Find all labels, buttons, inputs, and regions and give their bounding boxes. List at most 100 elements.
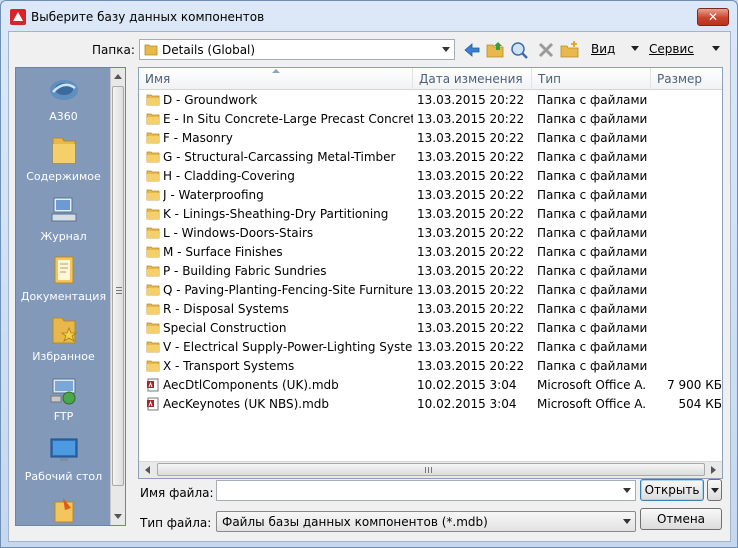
a360-icon [50,80,78,100]
open-options-dropdown[interactable] [707,479,722,501]
place-desktop[interactable]: Рабочий стол [16,432,111,490]
file-name-cell: X - Transport Systems [163,359,295,373]
scroll-up-icon[interactable] [114,74,122,79]
folder-icon [146,321,160,335]
place-label: Избранное [32,350,95,363]
scroll-left-icon[interactable] [145,466,150,474]
file-date-cell: 13.03.2015 20:22 [417,150,525,164]
new-folder-button[interactable] [559,39,581,61]
search-web-button[interactable] [509,39,531,61]
file-date-cell: 13.03.2015 20:22 [417,340,525,354]
place-label: Содержимое [26,170,101,183]
close-button[interactable]: ✕ [697,8,729,26]
table-row[interactable]: G - Structural-Carcassing Metal-Timber 13… [139,148,722,167]
cancel-button[interactable]: Отмена [640,508,722,530]
dialog-window: Выберите базу данных компонентов ✕ Папка… [0,0,738,548]
file-name-cell: J - Waterproofing [163,188,264,202]
file-name-cell: H - Cladding-Covering [163,169,295,183]
file-date-cell: 13.03.2015 20:22 [417,131,525,145]
table-row[interactable]: V - Electrical Supply-Power-Lighting Sys… [139,338,722,357]
autocad-logo-icon [10,9,26,25]
file-name-cell: G - Structural-Carcassing Metal-Timber [163,150,396,164]
new-folder-icon [560,41,579,58]
filetype-label: Тип файла: [140,516,212,530]
table-row[interactable]: P - Building Fabric Sundries 13.03.2015 2… [139,262,722,281]
up-folder-button[interactable] [485,39,507,61]
scroll-thumb[interactable] [112,86,124,486]
table-row[interactable]: M - Surface Finishes 13.03.2015 20:22 Папк… [139,243,722,262]
file-type-cell: Папка с файлами [537,188,647,202]
table-row[interactable]: AecKeynotes (UK NBS).mdb 10.02.2015 3:04 M… [139,395,722,414]
folder-icon [146,283,160,297]
title-bar: Выберите базу данных компонентов ✕ [1,1,737,31]
table-row[interactable]: K - Linings-Sheathing-Dry Partitioning 13… [139,205,722,224]
table-row[interactable]: L - Windows-Doors-Stairs 13.03.2015 20:22… [139,224,722,243]
place-history[interactable]: Журнал [16,192,111,250]
file-name-cell: AecDtlComponents (UK).mdb [163,378,339,392]
table-row[interactable]: D - Groundwork 13.03.2015 20:22 Папка с фа… [139,91,722,110]
folder-icon [146,169,160,183]
folder-icon [144,43,158,59]
filetype-select[interactable]: Файлы базы данных компонентов (*.mdb) [216,511,636,532]
column-date[interactable]: Дата изменения [413,68,532,90]
place-label: Документация [20,290,107,303]
scroll-down-icon[interactable] [114,514,122,519]
desktop-icon [50,438,78,461]
back-button[interactable] [461,39,483,61]
file-name-cell: M - Surface Finishes [163,245,283,259]
file-type-cell: Папка с файлами [537,340,647,354]
table-row[interactable]: F - Masonry 13.03.2015 20:22 Папка с файла… [139,129,722,148]
file-type-cell: Microsoft Office A... [537,378,647,392]
folder-icon [146,302,160,316]
file-size-cell: 504 КБ [678,397,722,411]
table-row[interactable]: J - Waterproofing 13.03.2015 20:22 Папка с… [139,186,722,205]
chevron-down-icon[interactable] [619,512,635,531]
folder-combo[interactable]: Details (Global) [139,39,455,60]
sort-ascending-icon [272,69,280,73]
place-favorites[interactable]: Избранное [16,312,111,370]
table-row[interactable]: Q - Paving-Planting-Fencing-Site Furnitu… [139,281,722,300]
chevron-down-icon[interactable] [619,481,635,500]
table-row[interactable]: E - In Situ Concrete-Large Precast Concr… [139,110,722,129]
tools-menu-button[interactable]: Сервис [649,42,694,56]
file-name-cell: V - Electrical Supply-Power-Lighting Sys… [163,340,413,354]
place-documents[interactable]: Документация [16,252,111,310]
place-ftp[interactable]: FTP [16,372,111,430]
open-button[interactable]: Открыть [640,479,704,501]
file-date-cell: 13.03.2015 20:22 [417,169,525,183]
scroll-thumb[interactable] [157,463,705,476]
table-row[interactable]: X - Transport Systems 13.03.2015 20:22 Пап… [139,357,722,376]
places-scrollbar[interactable] [110,68,125,525]
back-arrow-icon [464,43,480,57]
chevron-down-icon[interactable] [438,40,454,59]
table-row[interactable]: H - Cladding-Covering 13.03.2015 20:22 Пап… [139,167,722,186]
place-buzzsaw[interactable] [16,492,111,525]
filename-label: Имя файла: [140,486,214,500]
filetype-value: Файлы базы данных компонентов (*.mdb) [222,515,488,529]
column-size[interactable]: Размер [651,68,722,90]
file-type-cell: Папка с файлами [537,283,647,297]
delete-button[interactable] [535,39,557,61]
access-database-icon [146,397,160,411]
file-date-cell: 13.03.2015 20:22 [417,188,525,202]
place-a360[interactable]: A360 [16,72,111,130]
places-bar: A360 Содержимое Журнал Документация Избр… [15,67,126,526]
access-database-icon [146,378,160,392]
file-name-cell: AecKeynotes (UK NBS).mdb [163,397,330,411]
column-type[interactable]: Тип [532,68,651,90]
view-menu-button[interactable]: Вид [591,42,615,56]
place-content[interactable]: Содержимое [16,132,111,190]
table-row[interactable]: AecDtlComponents (UK).mdb 10.02.2015 3:04… [139,376,722,395]
horizontal-scrollbar[interactable] [139,461,722,478]
scroll-right-icon[interactable] [711,466,716,474]
buzzsaw-icon [54,498,74,523]
folder-icon [52,137,76,164]
place-label: A360 [49,110,78,123]
folder-icon [146,131,160,145]
table-row[interactable]: Special Construction 13.03.2015 20:22 Папк… [139,319,722,338]
folder-icon [146,245,160,259]
table-row[interactable]: R - Disposal Systems 13.03.2015 20:22 Папк… [139,300,722,319]
filename-input[interactable] [216,480,636,501]
file-name-cell: F - Masonry [163,131,233,145]
folder-icon [146,188,160,202]
